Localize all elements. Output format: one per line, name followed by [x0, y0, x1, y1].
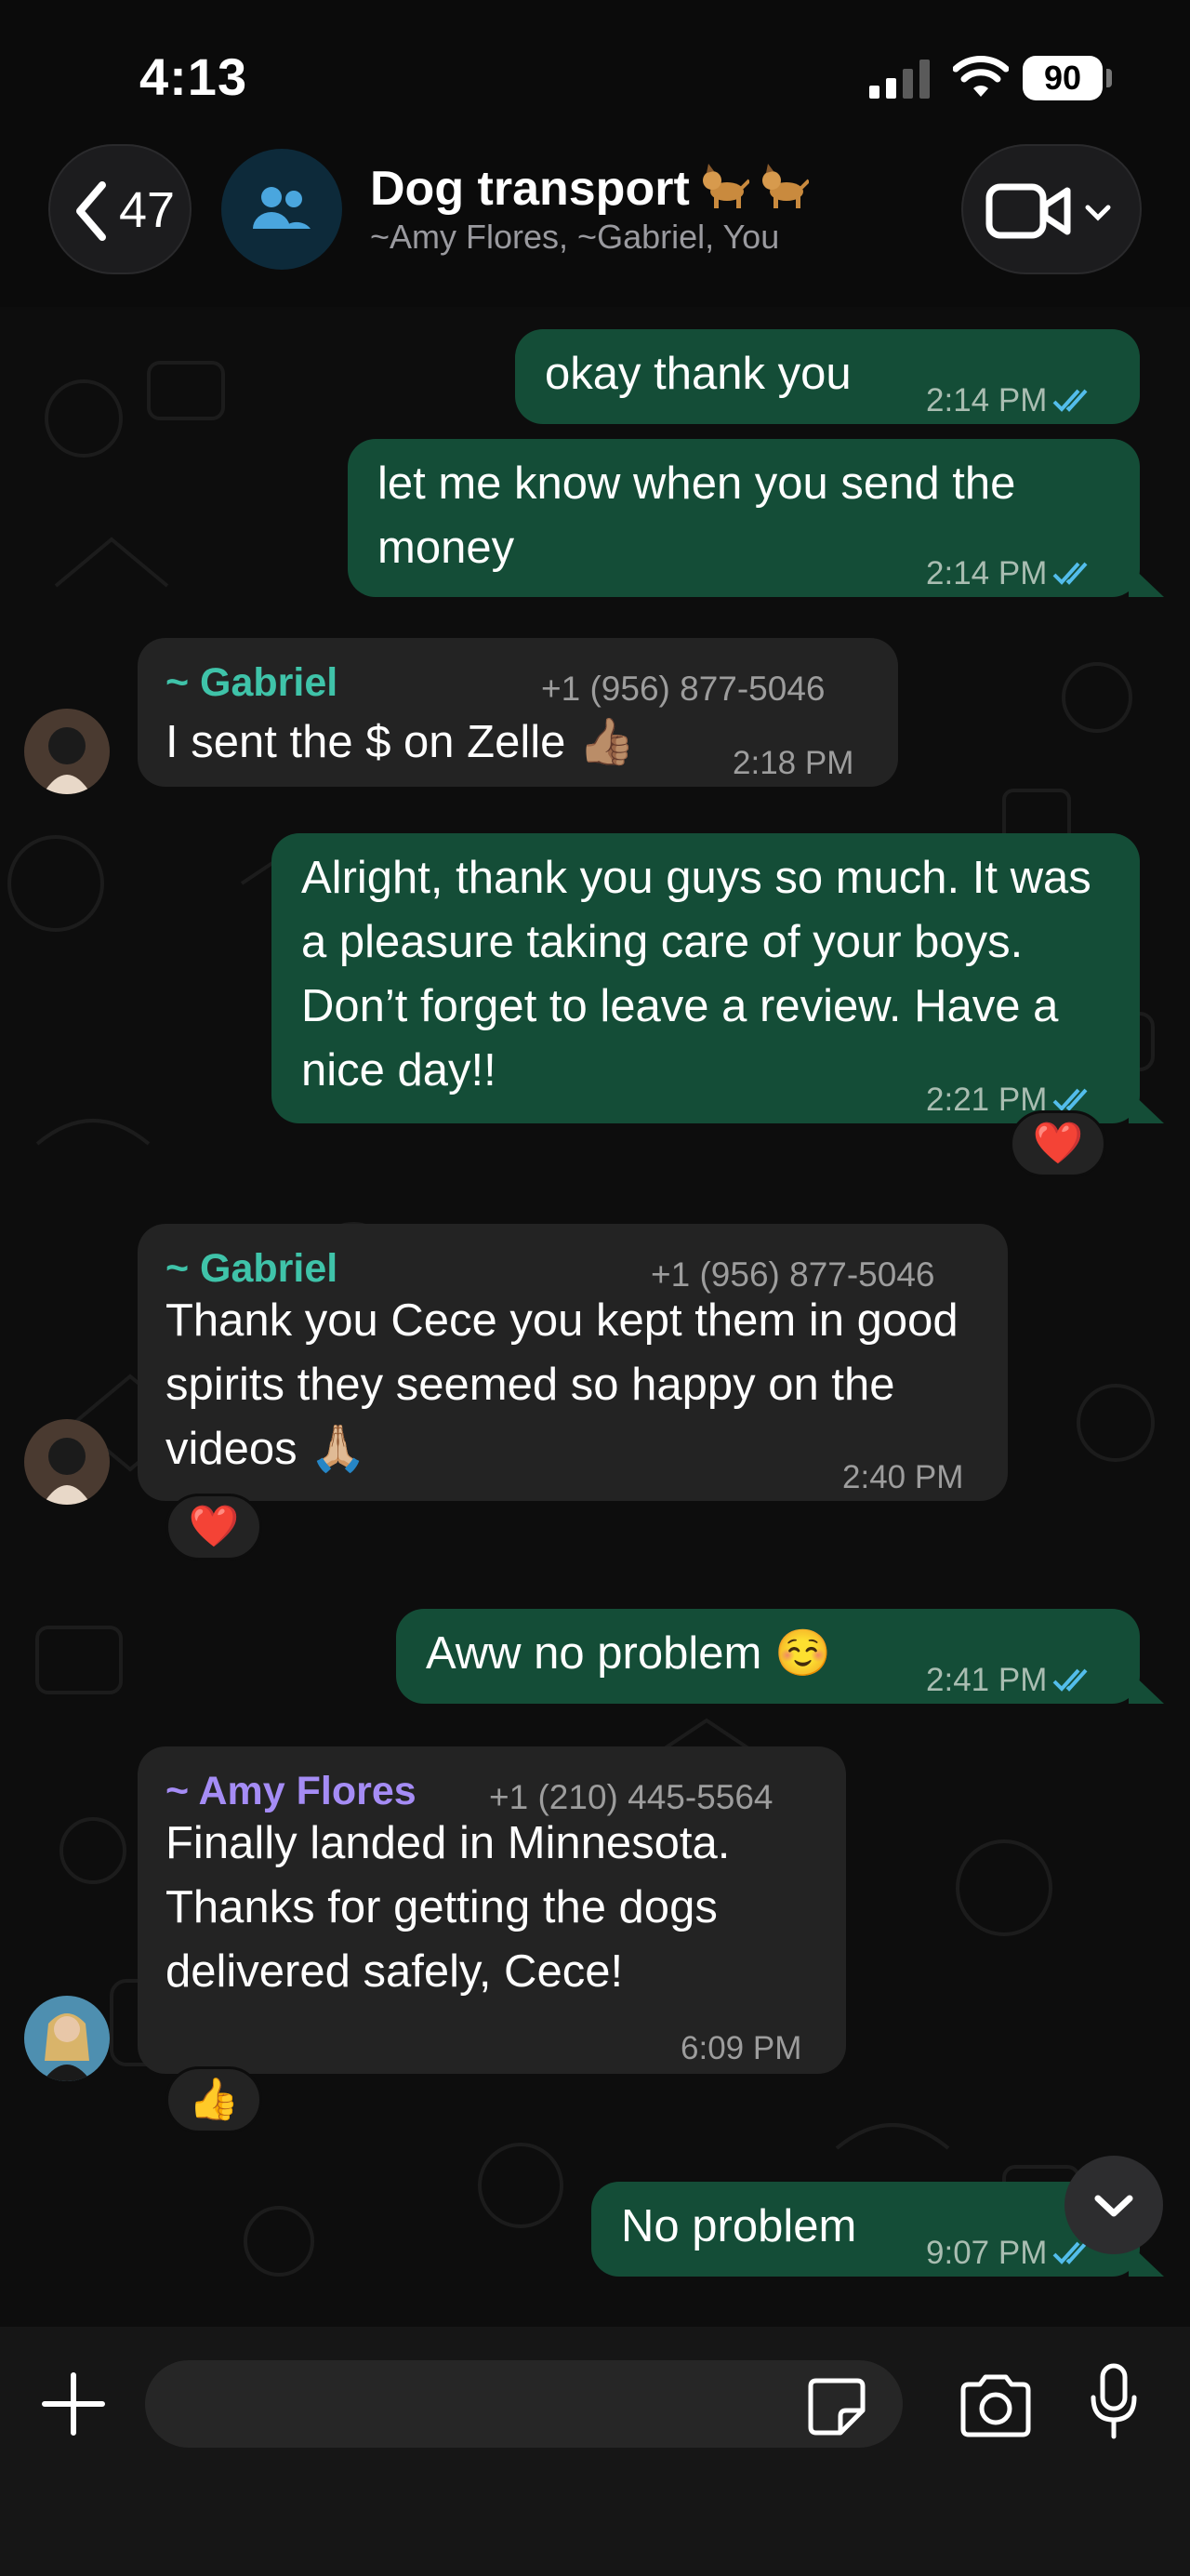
cellular-signal-icon: [869, 60, 930, 99]
message-time: 2:40 PM: [842, 1459, 964, 1495]
message-text: okay thank you: [545, 349, 852, 399]
bubble-tail: [1129, 564, 1164, 597]
message-meta: 2:14 PM: [926, 541, 1099, 605]
dog-emoji-icon: [702, 164, 749, 208]
amy-avatar[interactable]: [24, 1996, 110, 2081]
outgoing-message[interactable]: okay thank you 2:14 PM: [515, 329, 1140, 424]
incoming-message[interactable]: ~ Gabriel +1 (956) 877-5046 I sent the $…: [138, 638, 898, 787]
outgoing-message[interactable]: No problem 9:07 PM: [591, 2182, 1140, 2277]
battery-nub: [1106, 69, 1112, 87]
message-time: 6:09 PM: [681, 2030, 802, 2066]
chevron-down-icon: [1085, 205, 1111, 221]
gabriel-avatar[interactable]: [24, 709, 110, 794]
message-time: 2:14 PM: [926, 555, 1048, 591]
message-meta: 2:41 PM: [926, 1648, 1099, 1712]
message-time: 9:07 PM: [926, 2235, 1048, 2271]
gabriel-avatar[interactable]: [24, 1419, 110, 1505]
avatar-photo: [24, 709, 110, 794]
sender-name: ~ Gabriel: [165, 660, 338, 705]
incoming-message[interactable]: ~ Amy Flores +1 (210) 445-5564 Finally l…: [138, 1746, 846, 2074]
wifi-icon: [953, 56, 1009, 97]
unread-count: 47: [119, 182, 176, 238]
status-bar: 4:13 90: [0, 0, 1190, 139]
outgoing-message[interactable]: Alright, thank you guys so much. It was …: [271, 833, 1140, 1123]
bubble-tail: [1129, 1090, 1164, 1123]
message-text: I sent the $ on Zelle 👍🏽: [165, 717, 636, 767]
message-text: No problem: [621, 2201, 857, 2251]
scroll-to-bottom-button[interactable]: [1064, 2156, 1163, 2254]
read-receipt-icon: [1052, 389, 1088, 412]
message-meta: 2:14 PM: [926, 368, 1099, 432]
message-list[interactable]: okay thank you 2:14 PM let me know when …: [0, 307, 1190, 2327]
read-receipt-icon: [1052, 1668, 1088, 1692]
group-avatar[interactable]: [221, 149, 342, 270]
chevron-down-icon: [1094, 2195, 1133, 2217]
outgoing-message[interactable]: Aww no problem ☺️ 2:41 PM: [396, 1609, 1140, 1704]
avatar-photo: [24, 1419, 110, 1505]
avatar-photo: [24, 1996, 110, 2081]
plus-icon[interactable]: [41, 2371, 106, 2437]
message-text: Finally landed in Minnesota. Thanks for …: [165, 1818, 731, 1997]
status-time: 4:13: [139, 47, 248, 106]
video-call-button[interactable]: [961, 144, 1142, 274]
chat-members[interactable]: ~Amy Flores, ~Gabriel, You: [370, 218, 779, 257]
back-button[interactable]: 47: [48, 144, 192, 274]
microphone-icon[interactable]: [1088, 2362, 1140, 2442]
bubble-tail: [1129, 1670, 1164, 1704]
chat-title-text: Dog transport: [370, 162, 690, 216]
group-icon: [253, 187, 311, 229]
message-time: 2:18 PM: [733, 745, 854, 781]
chat-title[interactable]: Dog transport: [370, 160, 809, 217]
message-text: Alright, thank you guys so much. It was …: [301, 853, 1091, 1095]
message-time: 2:14 PM: [926, 382, 1048, 418]
message-input[interactable]: [145, 2360, 903, 2448]
read-receipt-icon: [1052, 562, 1088, 585]
dog-emoji-icon: [761, 164, 809, 208]
camera-icon[interactable]: [958, 2373, 1034, 2438]
message-time: 2:41 PM: [926, 1662, 1048, 1698]
thumbs-up-reaction[interactable]: 👍: [165, 2066, 262, 2133]
message-text: Aww no problem ☺️: [426, 1628, 831, 1679]
sticker-icon[interactable]: [807, 2377, 866, 2437]
incoming-message[interactable]: ~ Gabriel +1 (956) 877-5046 Thank you Ce…: [138, 1224, 1008, 1501]
chevron-left-icon: [76, 181, 106, 241]
video-camera-icon: [985, 183, 1071, 239]
heart-reaction[interactable]: ❤️: [1010, 1110, 1106, 1177]
battery-indicator: 90: [1023, 56, 1103, 100]
outgoing-message[interactable]: let me know when you send the money 2:14…: [348, 439, 1140, 597]
heart-reaction[interactable]: ❤️: [165, 1494, 262, 1560]
